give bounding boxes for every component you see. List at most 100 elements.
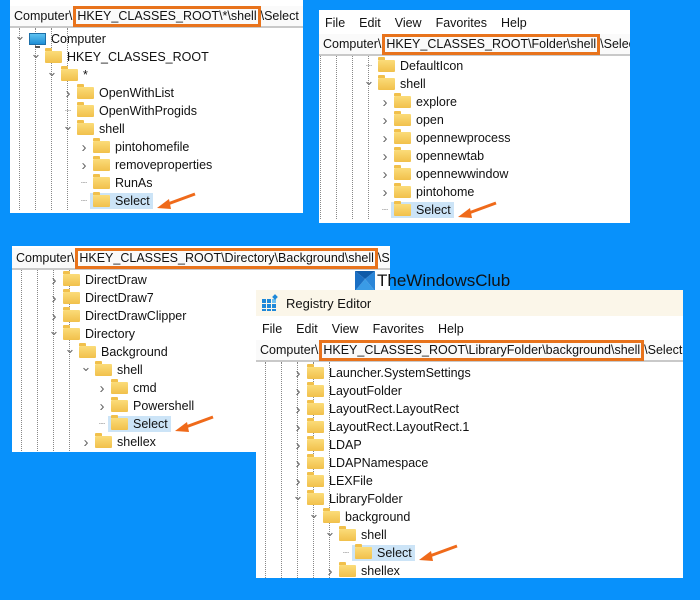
menu-file[interactable]: File — [262, 322, 282, 336]
tree-connector: ┈ — [80, 177, 88, 189]
tree-item[interactable]: ┈ OpenWithProgids — [10, 102, 303, 120]
menu-bar: File Edit View Favorites Help — [256, 318, 683, 340]
chevron-down-icon[interactable]: ⌄ — [46, 63, 58, 81]
tree-item-label: Powershell — [133, 399, 195, 413]
menu-help[interactable]: Help — [501, 16, 527, 30]
address-bar[interactable]: Computer\ HKEY_CLASSES_ROOT\LibraryFolder… — [256, 339, 683, 362]
menu-help[interactable]: Help — [438, 322, 464, 336]
chevron-right-icon[interactable]: › — [379, 165, 391, 183]
tree-item[interactable]: › opennewtab — [319, 147, 630, 165]
menu-file[interactable]: File — [325, 16, 345, 30]
chevron-right-icon[interactable]: › — [292, 454, 304, 472]
tree-item-label: opennewwindow — [416, 167, 509, 181]
chevron-right-icon[interactable]: › — [292, 418, 304, 436]
chevron-right-icon[interactable]: › — [48, 289, 60, 307]
chevron-right-icon[interactable]: › — [379, 129, 391, 147]
tree-item[interactable]: ⌄ shell — [10, 117, 303, 138]
chevron-down-icon[interactable]: ⌄ — [324, 523, 336, 541]
tree-item-content: DirectDrawClipper — [60, 307, 186, 323]
tree-item[interactable]: › LEXFile — [256, 472, 683, 490]
folder-icon — [93, 156, 110, 171]
chevron-down-icon[interactable]: ⌄ — [80, 358, 92, 376]
menu-edit[interactable]: Edit — [359, 16, 381, 30]
tree-item[interactable]: ⌄ shell — [256, 523, 683, 544]
tree-item[interactable]: › shellex — [256, 562, 683, 578]
chevron-right-icon[interactable]: › — [292, 364, 304, 382]
registry-tree: › Launcher.SystemSettings › LayoutFolder › La… — [256, 362, 683, 578]
chevron-right-icon[interactable]: › — [48, 271, 60, 289]
folder-icon — [394, 111, 411, 126]
tree-item[interactable]: › Launcher.SystemSettings — [256, 364, 683, 382]
tree-connector: ┈ — [80, 195, 88, 207]
tree-item[interactable]: › LDAPNamespace — [256, 454, 683, 472]
chevron-down-icon[interactable]: ⌄ — [363, 72, 375, 90]
chevron-right-icon[interactable]: › — [62, 84, 74, 102]
chevron-right-icon[interactable]: › — [78, 156, 90, 174]
tree-item[interactable]: › removeproperties — [10, 156, 303, 174]
address-bar[interactable]: Computer\ HKEY_CLASSES_ROOT\Directory\Bac… — [12, 247, 390, 270]
tree-item-label: shell — [117, 363, 143, 377]
chevron-down-icon[interactable]: ⌄ — [30, 45, 42, 63]
tree-item[interactable]: › open — [319, 111, 630, 129]
chevron-down-icon[interactable]: ⌄ — [64, 340, 76, 358]
chevron-right-icon[interactable]: › — [379, 93, 391, 111]
tree-item[interactable]: › LDAP — [256, 436, 683, 454]
tree-item[interactable]: ⌄ LibraryFolder — [256, 487, 683, 508]
tree-item[interactable]: › explore — [319, 93, 630, 111]
tree-item[interactable]: ┈ RunAs — [10, 174, 303, 192]
tree-item[interactable]: ⌄ background — [256, 505, 683, 526]
menu-view[interactable]: View — [395, 16, 422, 30]
chevron-right-icon[interactable]: › — [379, 183, 391, 201]
tree-item[interactable]: › LayoutRect.LayoutRect.1 — [256, 418, 683, 436]
menu-view[interactable]: View — [332, 322, 359, 336]
tree-item-label: DirectDraw — [85, 273, 147, 287]
tree-item[interactable]: ⌄ * — [10, 63, 303, 84]
chevron-down-icon[interactable]: ⌄ — [62, 117, 74, 135]
chevron-right-icon[interactable]: › — [379, 147, 391, 165]
tree-item-selected[interactable]: ┈ Select — [10, 192, 303, 210]
chevron-down-icon[interactable]: ⌄ — [292, 487, 304, 505]
tree-item-selected[interactable]: ┈ Select — [256, 544, 683, 562]
folder-icon — [307, 400, 324, 415]
tree-item[interactable]: › opennewprocess — [319, 129, 630, 147]
menu-favorites[interactable]: Favorites — [373, 322, 424, 336]
folder-icon — [77, 120, 94, 135]
address-prefix: Computer\ — [260, 343, 319, 357]
tree-item-label: LayoutFolder — [329, 384, 402, 398]
tree-item-content: explore — [391, 93, 457, 109]
tree-item[interactable]: › OpenWithList — [10, 84, 303, 102]
folder-icon — [394, 165, 411, 180]
address-bar[interactable]: Computer\ HKEY_CLASSES_ROOT\*\shell \Selec… — [10, 5, 303, 28]
tree-item[interactable]: ⌄ shell — [319, 72, 630, 93]
chevron-right-icon[interactable]: › — [379, 111, 391, 129]
tree-item-label: Computer — [51, 32, 106, 46]
tree-item[interactable]: › LayoutRect.LayoutRect — [256, 400, 683, 418]
tree-item-selected[interactable]: ┈ Select — [319, 201, 630, 219]
menu-edit[interactable]: Edit — [296, 322, 318, 336]
tree-item-content: Launcher.SystemSettings — [304, 364, 471, 380]
tree-item-content: OpenWithList — [74, 84, 174, 100]
chevron-down-icon[interactable]: ⌄ — [14, 27, 26, 45]
chevron-right-icon[interactable]: › — [80, 433, 92, 451]
address-bar[interactable]: Computer\ HKEY_CLASSES_ROOT\Folder\shell \… — [319, 33, 630, 56]
chevron-right-icon[interactable]: › — [292, 382, 304, 400]
address-highlight: HKEY_CLASSES_ROOT\Folder\shell — [382, 33, 601, 55]
tree-item-content: LibraryFolder — [304, 490, 403, 506]
menu-favorites[interactable]: Favorites — [436, 16, 487, 30]
tree-item[interactable]: › DirectDraw — [12, 271, 390, 289]
chevron-right-icon[interactable]: › — [324, 562, 336, 579]
chevron-down-icon[interactable]: ⌄ — [48, 322, 60, 340]
chevron-right-icon[interactable]: › — [292, 400, 304, 418]
tree-item[interactable]: › opennewwindow — [319, 165, 630, 183]
tree-item[interactable]: ⌄ Computer — [10, 27, 303, 48]
tree-item[interactable]: › LayoutFolder — [256, 382, 683, 400]
brand-logo-icon — [355, 271, 375, 291]
chevron-right-icon[interactable]: › — [96, 397, 108, 415]
chevron-down-icon[interactable]: ⌄ — [308, 505, 320, 523]
chevron-right-icon[interactable]: › — [292, 436, 304, 454]
chevron-right-icon[interactable]: › — [78, 138, 90, 156]
tree-item[interactable]: › pintohomefile — [10, 138, 303, 156]
chevron-right-icon[interactable]: › — [96, 379, 108, 397]
tree-item-content: Select — [391, 201, 454, 218]
tree-item[interactable]: › pintohome — [319, 183, 630, 201]
